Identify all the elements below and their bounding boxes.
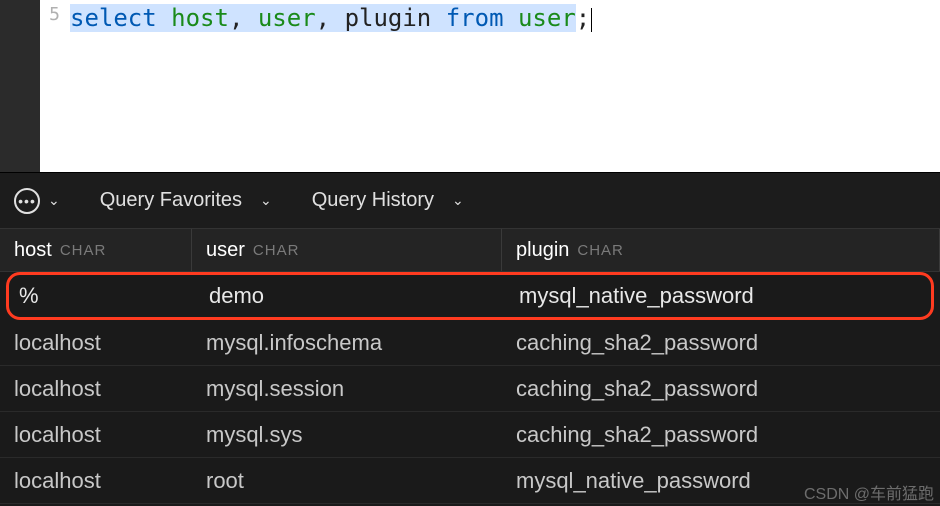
ident-plugin: plugin — [345, 4, 446, 32]
chevron-down-icon: ⌄ — [452, 192, 464, 209]
cell-host: localhost — [0, 468, 192, 494]
table-row[interactable]: localhost mysql.session caching_sha2_pas… — [0, 366, 940, 412]
results-header: host CHAR user CHAR plugin CHAR — [0, 228, 940, 272]
cell-plugin: mysql_native_password — [505, 283, 931, 309]
cell-plugin: caching_sha2_password — [502, 376, 940, 402]
cell-user: mysql.infoschema — [192, 330, 502, 356]
chevron-down-icon: ⌄ — [48, 192, 60, 209]
table-row[interactable]: localhost root mysql_native_password — [0, 458, 940, 504]
more-icon: ••• — [14, 188, 40, 214]
more-menu-button[interactable]: ••• ⌄ — [14, 188, 60, 214]
cell-plugin: caching_sha2_password — [502, 422, 940, 448]
cell-user: demo — [195, 283, 505, 309]
results-body: % demo mysql_native_password localhost m… — [0, 272, 940, 504]
results-toolbar: ••• ⌄ Query Favorites ⌄ Query History ⌄ — [0, 172, 940, 228]
cell-plugin: mysql_native_password — [502, 468, 940, 494]
cell-host: localhost — [0, 422, 192, 448]
ident-host: host — [171, 4, 229, 32]
query-favorites-dropdown[interactable]: Query Favorites ⌄ — [100, 189, 272, 212]
query-history-dropdown[interactable]: Query History ⌄ — [312, 189, 464, 212]
line-gutter: 5 — [40, 0, 70, 172]
sql-code-line[interactable]: select host, user, plugin from user; — [70, 0, 592, 172]
cell-user: mysql.sys — [192, 422, 502, 448]
table-row[interactable]: % demo mysql_native_password — [6, 272, 934, 320]
query-history-label: Query History — [312, 189, 434, 212]
table-row[interactable]: localhost mysql.sys caching_sha2_passwor… — [0, 412, 940, 458]
cell-user: mysql.session — [192, 376, 502, 402]
cell-user: root — [192, 468, 502, 494]
kw-from: from — [446, 4, 504, 32]
column-header-user[interactable]: user CHAR — [192, 229, 502, 271]
text-cursor — [591, 8, 592, 32]
chevron-down-icon: ⌄ — [260, 192, 272, 209]
column-header-host[interactable]: host CHAR — [0, 229, 192, 271]
ident-user-table: user — [518, 4, 576, 32]
cell-host: localhost — [0, 330, 192, 356]
cell-host: localhost — [0, 376, 192, 402]
cell-plugin: caching_sha2_password — [502, 330, 940, 356]
query-favorites-label: Query Favorites — [100, 189, 242, 212]
kw-select: select — [70, 4, 157, 32]
cell-host: % — [9, 283, 195, 309]
ident-user: user — [258, 4, 316, 32]
line-number: 5 — [49, 4, 60, 25]
table-row[interactable]: localhost mysql.infoschema caching_sha2_… — [0, 320, 940, 366]
column-header-plugin[interactable]: plugin CHAR — [502, 229, 940, 271]
sql-editor[interactable]: 5 select host, user, plugin from user; — [0, 0, 940, 172]
